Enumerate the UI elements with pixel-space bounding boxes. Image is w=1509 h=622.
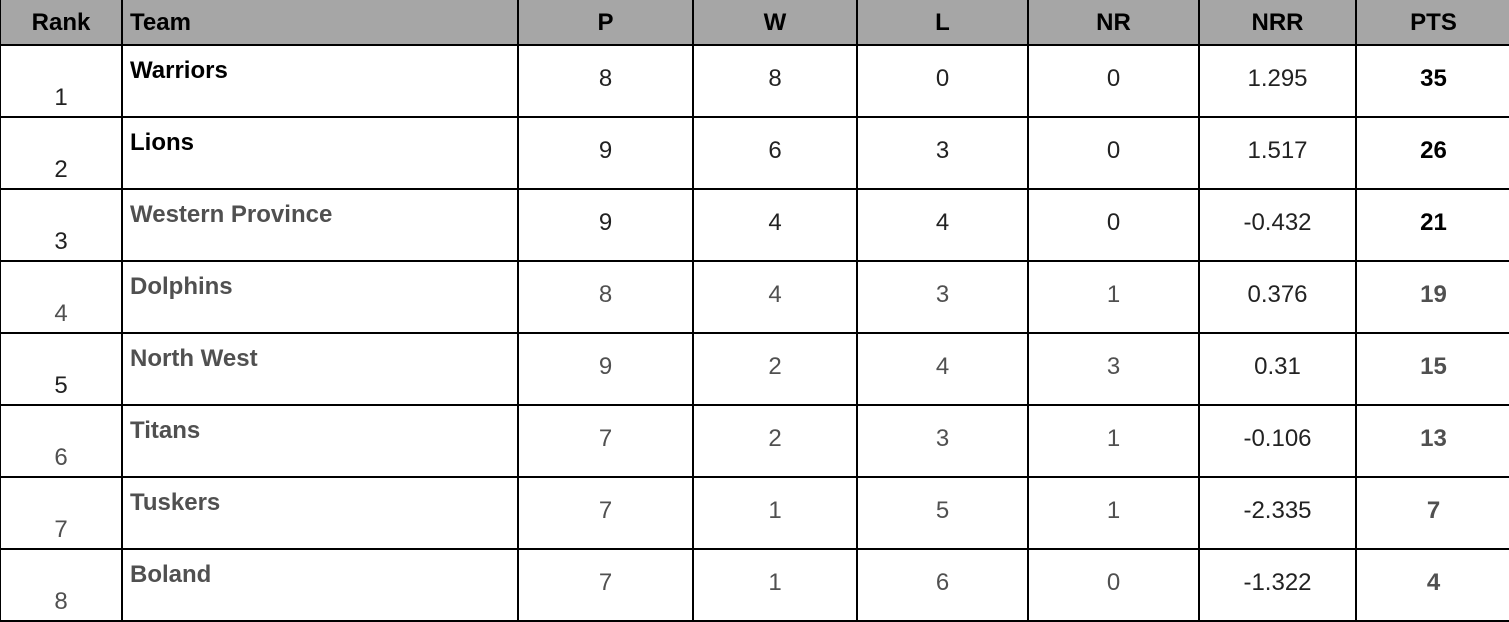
rank-cell: 5 bbox=[0, 332, 123, 406]
lost-cell: 4 bbox=[856, 332, 1029, 406]
no-result-cell: 0 bbox=[1027, 188, 1200, 262]
rank-cell: 8 bbox=[0, 548, 123, 622]
won-cell: 2 bbox=[692, 404, 858, 478]
rank-cell: 7 bbox=[0, 476, 123, 550]
rank-cell: 3 bbox=[0, 188, 123, 262]
table-row: 5 North West 9 2 4 3 0.31 15 bbox=[0, 332, 1509, 406]
header-played[interactable]: P bbox=[517, 0, 694, 46]
no-result-cell: 0 bbox=[1027, 116, 1200, 190]
played-cell: 9 bbox=[517, 188, 694, 262]
rank-cell: 6 bbox=[0, 404, 123, 478]
header-lost[interactable]: L bbox=[856, 0, 1029, 46]
no-result-cell: 1 bbox=[1027, 476, 1200, 550]
net-run-rate-cell: -1.322 bbox=[1198, 548, 1357, 622]
team-name[interactable]: Lions bbox=[121, 116, 519, 190]
no-result-cell: 1 bbox=[1027, 404, 1200, 478]
net-run-rate-cell: -0.106 bbox=[1198, 404, 1357, 478]
team-name[interactable]: Tuskers bbox=[121, 476, 519, 550]
team-name[interactable]: Dolphins bbox=[121, 260, 519, 334]
lost-cell: 4 bbox=[856, 188, 1029, 262]
rank-cell: 1 bbox=[0, 44, 123, 118]
team-name[interactable]: Boland bbox=[121, 548, 519, 622]
lost-cell: 5 bbox=[856, 476, 1029, 550]
standings-table: Rank Team P W L NR NRR PTS 1 Warriors 8 … bbox=[0, 0, 1509, 622]
no-result-cell: 0 bbox=[1027, 548, 1200, 622]
lost-cell: 3 bbox=[856, 404, 1029, 478]
team-name[interactable]: North West bbox=[121, 332, 519, 406]
lost-cell: 0 bbox=[856, 44, 1029, 118]
won-cell: 8 bbox=[692, 44, 858, 118]
header-won[interactable]: W bbox=[692, 0, 858, 46]
won-cell: 2 bbox=[692, 332, 858, 406]
table-row: 4 Dolphins 8 4 3 1 0.376 19 bbox=[0, 260, 1509, 334]
net-run-rate-cell: 0.31 bbox=[1198, 332, 1357, 406]
won-cell: 1 bbox=[692, 548, 858, 622]
table-row: 7 Tuskers 7 1 5 1 -2.335 7 bbox=[0, 476, 1509, 550]
won-cell: 4 bbox=[692, 260, 858, 334]
header-points[interactable]: PTS bbox=[1355, 0, 1509, 46]
points-cell: 35 bbox=[1355, 44, 1509, 118]
net-run-rate-cell: -0.432 bbox=[1198, 188, 1357, 262]
played-cell: 8 bbox=[517, 44, 694, 118]
net-run-rate-cell: 1.517 bbox=[1198, 116, 1357, 190]
table-row: 8 Boland 7 1 6 0 -1.322 4 bbox=[0, 548, 1509, 622]
no-result-cell: 3 bbox=[1027, 332, 1200, 406]
played-cell: 9 bbox=[517, 116, 694, 190]
played-cell: 9 bbox=[517, 332, 694, 406]
points-cell: 26 bbox=[1355, 116, 1509, 190]
header-net-run-rate[interactable]: NRR bbox=[1198, 0, 1357, 46]
rank-cell: 2 bbox=[0, 116, 123, 190]
team-name[interactable]: Titans bbox=[121, 404, 519, 478]
played-cell: 8 bbox=[517, 260, 694, 334]
played-cell: 7 bbox=[517, 404, 694, 478]
net-run-rate-cell: -2.335 bbox=[1198, 476, 1357, 550]
points-cell: 19 bbox=[1355, 260, 1509, 334]
table-row: 6 Titans 7 2 3 1 -0.106 13 bbox=[0, 404, 1509, 478]
points-cell: 7 bbox=[1355, 476, 1509, 550]
no-result-cell: 0 bbox=[1027, 44, 1200, 118]
table-row: 1 Warriors 8 8 0 0 1.295 35 bbox=[0, 44, 1509, 118]
team-name[interactable]: Western Province bbox=[121, 188, 519, 262]
header-no-result[interactable]: NR bbox=[1027, 0, 1200, 46]
lost-cell: 6 bbox=[856, 548, 1029, 622]
won-cell: 6 bbox=[692, 116, 858, 190]
played-cell: 7 bbox=[517, 548, 694, 622]
lost-cell: 3 bbox=[856, 116, 1029, 190]
points-cell: 13 bbox=[1355, 404, 1509, 478]
points-cell: 21 bbox=[1355, 188, 1509, 262]
no-result-cell: 1 bbox=[1027, 260, 1200, 334]
won-cell: 1 bbox=[692, 476, 858, 550]
header-rank[interactable]: Rank bbox=[0, 0, 123, 46]
header-team[interactable]: Team bbox=[121, 0, 519, 46]
rank-cell: 4 bbox=[0, 260, 123, 334]
net-run-rate-cell: 0.376 bbox=[1198, 260, 1357, 334]
net-run-rate-cell: 1.295 bbox=[1198, 44, 1357, 118]
points-cell: 15 bbox=[1355, 332, 1509, 406]
table-row: 3 Western Province 9 4 4 0 -0.432 21 bbox=[0, 188, 1509, 262]
played-cell: 7 bbox=[517, 476, 694, 550]
team-name[interactable]: Warriors bbox=[121, 44, 519, 118]
header-row: Rank Team P W L NR NRR PTS bbox=[0, 0, 1509, 46]
table-row: 2 Lions 9 6 3 0 1.517 26 bbox=[0, 116, 1509, 190]
points-cell: 4 bbox=[1355, 548, 1509, 622]
lost-cell: 3 bbox=[856, 260, 1029, 334]
won-cell: 4 bbox=[692, 188, 858, 262]
